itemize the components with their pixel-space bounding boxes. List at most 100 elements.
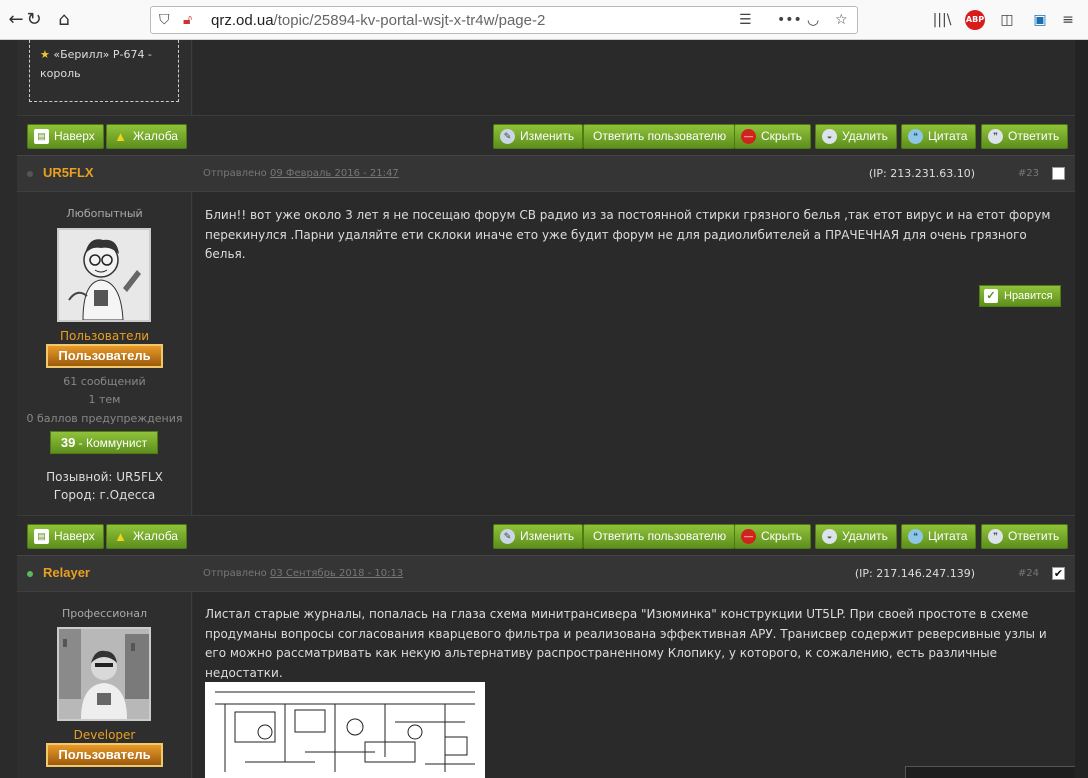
like-label: Нравится [1004, 290, 1053, 302]
like-button[interactable]: ✓ Нравится [979, 285, 1061, 307]
edit-label: Изменить [520, 529, 575, 543]
page-icon: ▤ [34, 529, 49, 544]
reply-label: Ответить [1008, 129, 1060, 143]
insecure-lock-icon[interactable]: 🔓︎ [183, 12, 192, 28]
quote-button[interactable]: ❝ Цитата [901, 524, 977, 549]
sidebar-icon[interactable]: ◫ [997, 10, 1017, 30]
author-warnings: 0 баллов предупреждения [26, 412, 183, 425]
post-number[interactable]: #23 [1018, 168, 1039, 179]
prev-post-sidebar: ★ «Берилл» Р-674 - король [17, 40, 192, 115]
top-button[interactable]: ▤ Наверх [27, 124, 104, 149]
schematic-image[interactable] [205, 682, 485, 778]
group-badge: Пользователь [46, 743, 163, 767]
edit-label: Изменить [520, 129, 575, 143]
bookmark-star-icon[interactable]: ☆ [835, 12, 848, 28]
quote-icon: ❝ [908, 529, 923, 544]
offline-status-icon [27, 171, 33, 177]
warning-icon: ▲ [114, 129, 127, 144]
reply-icon: ❞ [988, 129, 1003, 144]
delete-label: Удалить [842, 129, 888, 143]
author-group: Developer [73, 728, 136, 742]
group-badge: Пользователь [46, 344, 163, 368]
reply-button[interactable]: ❞ Ответить [981, 124, 1069, 149]
quote-label: Цитата [928, 529, 968, 543]
hide-label: Скрыть [761, 129, 802, 143]
edit-icon: ✎ [500, 529, 515, 544]
quote-button[interactable]: ❝ Цитата [901, 124, 977, 149]
sent-label: Отправлено [203, 568, 267, 579]
author-post-count: 61 сообщений [63, 375, 146, 388]
author-rank: Профессионал [61, 607, 148, 620]
author-callsign: Позывной: UR5FLX [46, 470, 163, 484]
edit-button[interactable]: ✎ Изменить [493, 124, 584, 149]
delete-icon: ◒ [822, 529, 837, 544]
edit-button[interactable]: ✎ Изменить [493, 524, 584, 549]
delete-button[interactable]: ◒ Удалить [815, 124, 897, 149]
select-post-checkbox[interactable]: ✔ [1052, 567, 1065, 580]
online-status-icon [27, 571, 33, 577]
delete-icon: ◒ [822, 129, 837, 144]
reputation-label: - Коммунист [75, 436, 148, 450]
check-icon: ✓ [984, 289, 998, 303]
sent-date[interactable]: 03 Сентябрь 2018 - 10:13 [270, 568, 403, 579]
reply-user-button[interactable]: Ответить пользователю [583, 524, 736, 549]
forum-page: ★ «Берилл» Р-674 - король ▤ Наверх ▲ Жалоб… [0, 40, 1075, 778]
reply-user-label: Ответить пользователю [593, 129, 727, 143]
menu-icon[interactable]: ≡ [1058, 10, 1078, 30]
post-text: Листал старые журналы, попалась на глаза… [205, 607, 1047, 680]
hide-icon: — [741, 129, 756, 144]
quote-icon: ❝ [908, 129, 923, 144]
top-label: Наверх [54, 129, 95, 143]
reply-button[interactable]: ❞ Ответить [981, 524, 1069, 549]
post-toolbar: ▤ Наверх ▲ Жалоба ✎ Изменить Ответить польз… [17, 515, 1075, 555]
post-toolbar: ▤ Наверх ▲ Жалоба ✎ Изменить Ответить польз… [17, 115, 1075, 155]
reply-user-label: Ответить пользователю [593, 529, 727, 543]
report-button[interactable]: ▲ Жалоба [106, 124, 187, 149]
post-header: Relayer Отправлено 03 Сентябрь 2018 - 10… [17, 555, 1075, 592]
awards-box: ★ «Берилл» Р-674 - король [29, 40, 179, 102]
post-username[interactable]: Relayer [43, 565, 90, 580]
avatar[interactable] [57, 228, 151, 322]
more-actions-icon[interactable]: ••• [777, 12, 802, 28]
scrollbar[interactable] [1075, 40, 1088, 778]
select-post-checkbox[interactable] [1052, 167, 1065, 180]
award-line: король [40, 67, 81, 80]
hide-button[interactable]: — Скрыть [734, 524, 811, 549]
post-username[interactable]: UR5FLX [43, 165, 94, 180]
post-number[interactable]: #24 [1018, 568, 1039, 579]
reload-icon[interactable]: ↻ [22, 8, 46, 32]
reputation-value: 39 [60, 435, 76, 450]
page-icon: ▤ [34, 129, 49, 144]
hide-icon: — [741, 529, 756, 544]
post-ip: (IP: 217.146.247.139) [854, 567, 975, 580]
post-date: Отправлено 09 Февраль 2016 - 21:47 [203, 168, 399, 179]
sent-label: Отправлено [203, 168, 267, 179]
edit-icon: ✎ [500, 129, 515, 144]
post-date: Отправлено 03 Сентябрь 2018 - 10:13 [203, 568, 403, 579]
delete-button[interactable]: ◒ Удалить [815, 524, 897, 549]
pocket-icon[interactable]: ◡ [807, 12, 819, 28]
save-icon[interactable]: ▣ [1030, 10, 1050, 30]
home-icon[interactable]: ⌂ [52, 8, 76, 32]
author-city: Город: г.Одесса [53, 488, 156, 502]
reply-user-button[interactable]: Ответить пользователю [583, 124, 736, 149]
url-domain: qrz.od.ua [211, 12, 274, 29]
shield-icon[interactable]: ⛉ [159, 12, 170, 28]
author-sidebar: Любопытный Пользователи Пользователь 61 [17, 192, 192, 515]
hide-label: Скрыть [761, 529, 802, 543]
reader-view-icon[interactable]: ☰ [739, 12, 752, 28]
report-label: Жалоба [133, 529, 178, 543]
url-text[interactable]: qrz.od.ua/topic/25894-kv-portal-wsjt-x-t… [211, 12, 545, 29]
avatar[interactable] [57, 627, 151, 721]
reputation-badge[interactable]: 39 - Коммунист [50, 431, 158, 454]
address-bar[interactable]: ⛉ 🔓︎ qrz.od.ua/topic/25894-kv-portal-wsj… [150, 6, 858, 34]
report-button[interactable]: ▲ Жалоба [106, 524, 187, 549]
sent-date[interactable]: 09 Февраль 2016 - 21:47 [270, 168, 399, 179]
prev-post-content [193, 40, 1075, 115]
hide-button[interactable]: — Скрыть [734, 124, 811, 149]
top-button[interactable]: ▤ Наверх [27, 524, 104, 549]
author-group: Пользователи [59, 329, 150, 343]
adblock-icon[interactable]: ABP [965, 10, 985, 30]
quote-label: Цитата [928, 129, 968, 143]
library-icon[interactable]: |||\ [932, 10, 952, 30]
